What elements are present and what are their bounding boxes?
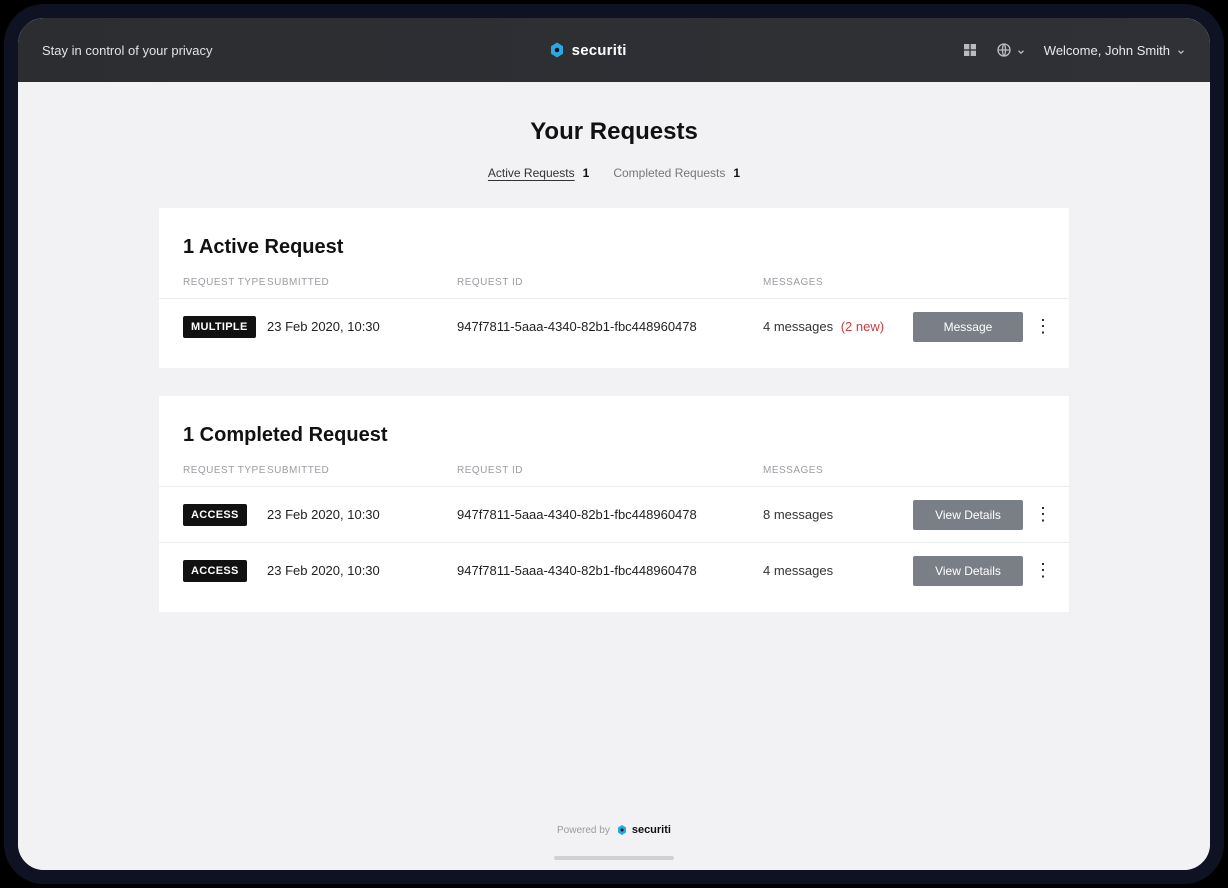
tabs: Active Requests 1 Completed Requests 1 bbox=[488, 166, 740, 180]
more-menu-icon[interactable]: ⋮ bbox=[1023, 504, 1063, 525]
footer-brand: securiti bbox=[616, 824, 671, 836]
footer-brand-name: securiti bbox=[632, 824, 671, 836]
view-details-button[interactable]: View Details bbox=[913, 556, 1023, 586]
language-selector[interactable] bbox=[996, 42, 1026, 58]
device-frame: Stay in control of your privacy securiti bbox=[4, 4, 1224, 884]
col-id: REQUEST ID bbox=[457, 465, 763, 476]
welcome-text: Welcome, John Smith bbox=[1044, 43, 1170, 58]
table-row: MULTIPLE 23 Feb 2020, 10:30 947f7811-5aa… bbox=[159, 298, 1069, 354]
brand-name: securiti bbox=[572, 42, 627, 59]
content: Your Requests Active Requests 1 Complete… bbox=[18, 82, 1210, 870]
table-header: REQUEST TYPE SUBMITTED REQUEST ID MESSAG… bbox=[159, 277, 1069, 298]
screen: Stay in control of your privacy securiti bbox=[18, 18, 1210, 870]
page-title: Your Requests bbox=[530, 118, 698, 146]
home-indicator bbox=[554, 856, 674, 860]
messages-new: (2 new) bbox=[841, 319, 884, 334]
col-type: REQUEST TYPE bbox=[183, 465, 267, 476]
tab-count: 1 bbox=[733, 166, 740, 180]
chevron-down-icon bbox=[1016, 45, 1026, 55]
col-submitted: SUBMITTED bbox=[267, 277, 457, 288]
tab-label: Active Requests bbox=[488, 166, 575, 180]
completed-requests-card: 1 Completed Request REQUEST TYPE SUBMITT… bbox=[159, 396, 1069, 612]
tab-completed-requests[interactable]: Completed Requests 1 bbox=[613, 166, 740, 180]
brand-logo-icon bbox=[548, 41, 566, 59]
view-details-button[interactable]: View Details bbox=[913, 500, 1023, 530]
tab-active-requests[interactable]: Active Requests 1 bbox=[488, 166, 589, 180]
messages-cell: 8 messages bbox=[763, 507, 913, 522]
messages-count: 4 messages bbox=[763, 319, 833, 334]
table-header: REQUEST TYPE SUBMITTED REQUEST ID MESSAG… bbox=[159, 465, 1069, 486]
active-requests-card: 1 Active Request REQUEST TYPE SUBMITTED … bbox=[159, 208, 1069, 368]
tab-label: Completed Requests bbox=[613, 166, 725, 180]
col-messages: MESSAGES bbox=[763, 277, 913, 288]
tab-count: 1 bbox=[583, 166, 590, 180]
col-type: REQUEST TYPE bbox=[183, 277, 267, 288]
request-type-badge: ACCESS bbox=[183, 504, 247, 526]
col-submitted: SUBMITTED bbox=[267, 465, 457, 476]
more-menu-icon[interactable]: ⋮ bbox=[1023, 316, 1063, 337]
brand-logo: securiti bbox=[548, 41, 627, 59]
col-messages: MESSAGES bbox=[763, 465, 913, 476]
submitted-cell: 23 Feb 2020, 10:30 bbox=[267, 319, 457, 334]
chevron-down-icon bbox=[1176, 45, 1186, 55]
tagline: Stay in control of your privacy bbox=[42, 43, 213, 58]
powered-by-text: Powered by bbox=[557, 825, 610, 836]
section-heading: 1 Completed Request bbox=[159, 396, 1069, 465]
topbar: Stay in control of your privacy securiti bbox=[18, 18, 1210, 82]
submitted-cell: 23 Feb 2020, 10:30 bbox=[267, 563, 457, 578]
user-menu[interactable]: Welcome, John Smith bbox=[1044, 43, 1186, 58]
messages-cell: 4 messages bbox=[763, 563, 913, 578]
request-type-badge: MULTIPLE bbox=[183, 316, 256, 338]
table-row: ACCESS 23 Feb 2020, 10:30 947f7811-5aaa-… bbox=[159, 542, 1069, 598]
messages-cell: 4 messages (2 new) bbox=[763, 319, 913, 334]
brand-logo-icon bbox=[616, 824, 628, 836]
dashboard-icon[interactable] bbox=[962, 42, 978, 58]
request-id-cell: 947f7811-5aaa-4340-82b1-fbc448960478 bbox=[457, 507, 763, 522]
col-id: REQUEST ID bbox=[457, 277, 763, 288]
request-type-badge: ACCESS bbox=[183, 560, 247, 582]
message-button[interactable]: Message bbox=[913, 312, 1023, 342]
submitted-cell: 23 Feb 2020, 10:30 bbox=[267, 507, 457, 522]
more-menu-icon[interactable]: ⋮ bbox=[1023, 560, 1063, 581]
footer: Powered by securiti bbox=[557, 792, 671, 846]
request-id-cell: 947f7811-5aaa-4340-82b1-fbc448960478 bbox=[457, 319, 763, 334]
table-row: ACCESS 23 Feb 2020, 10:30 947f7811-5aaa-… bbox=[159, 486, 1069, 542]
section-heading: 1 Active Request bbox=[159, 208, 1069, 277]
brand: securiti bbox=[548, 41, 627, 59]
request-id-cell: 947f7811-5aaa-4340-82b1-fbc448960478 bbox=[457, 563, 763, 578]
topbar-right: Welcome, John Smith bbox=[962, 42, 1186, 58]
